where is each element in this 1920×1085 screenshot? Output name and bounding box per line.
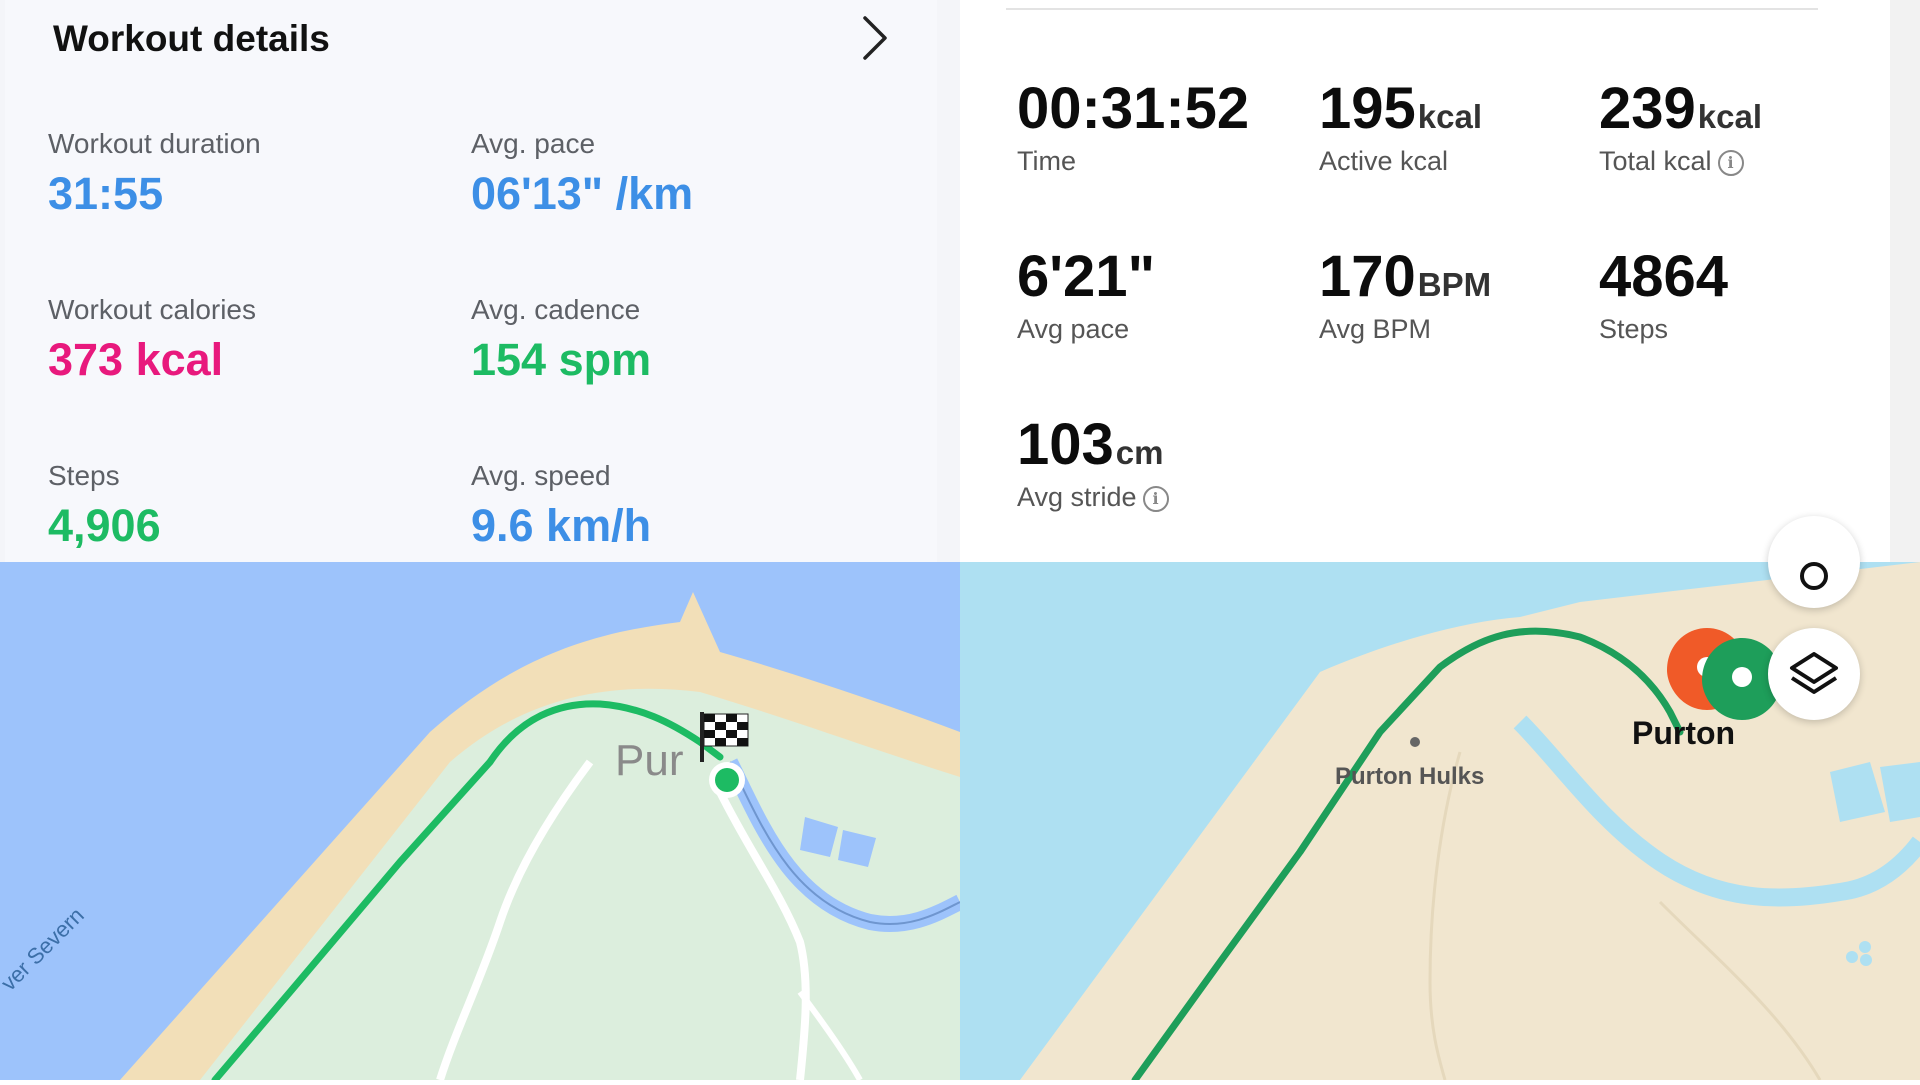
avg-speed-value: 9.6 km/h (471, 500, 652, 551)
pond (1846, 951, 1858, 963)
steps-label: Steps (1599, 314, 1669, 344)
locate-button[interactable] (1768, 516, 1860, 608)
info-icon[interactable]: i (1717, 150, 1744, 176)
active-kcal-value: 195kcal (1319, 76, 1483, 141)
location-icon (1800, 562, 1828, 590)
duration-value: 31:55 (48, 168, 164, 219)
time-label: Time (1017, 146, 1076, 176)
pond (1859, 941, 1871, 953)
avg-cadence-label: Avg. cadence (471, 294, 641, 325)
layers-icon (1790, 652, 1838, 694)
workout-details-card[interactable]: Workout details Workout duration 31:55 A… (5, 0, 937, 562)
workout-details-panel: Workout details Workout duration 31:55 A… (0, 0, 960, 562)
total-kcal-label: Total kcal i (1599, 146, 1744, 177)
avg-cadence-value: 154 spm (471, 334, 652, 385)
avg-stride-value: 103cm (1017, 412, 1164, 477)
calories-label: Workout calories (48, 294, 257, 325)
avg-stride-label: Avg stride i (1017, 482, 1169, 513)
duration-label: Workout duration (48, 128, 261, 159)
river-label: ver Severn (0, 903, 89, 996)
steps-label: Steps (48, 460, 120, 491)
chevron-right-icon[interactable] (855, 12, 895, 64)
divider (1006, 8, 1818, 10)
steps-value: 4864 (1599, 244, 1729, 309)
start-marker[interactable] (709, 762, 745, 798)
pond (1860, 954, 1872, 966)
avg-pace-value: 06'13" /km (471, 168, 694, 219)
poi-dot (1410, 737, 1420, 747)
map-canvas: Pur ver Severn (0, 592, 964, 1084)
total-kcal-value: 239kcal (1599, 76, 1763, 141)
workout-summary-card: 00:31:52 Time 195kcal Active kcal 239kca… (960, 0, 1890, 562)
avg-speed-label: Avg. speed (471, 460, 611, 491)
route-map-left[interactable]: Pur ver Severn (0, 562, 964, 1084)
layers-button[interactable] (1768, 628, 1860, 720)
avg-pace-label: Avg. pace (471, 128, 596, 159)
time-value: 00:31:52 (1017, 76, 1250, 141)
avg-bpm-label: Avg BPM (1319, 314, 1432, 344)
active-kcal-label: Active kcal (1319, 146, 1449, 176)
avg-pace-label: Avg pace (1017, 314, 1130, 344)
workout-summary-panel: 00:31:52 Time 195kcal Active kcal 239kca… (960, 0, 1920, 562)
avg-bpm-value: 170BPM (1319, 244, 1492, 309)
info-icon[interactable]: i (1142, 486, 1169, 512)
place-label: Purton (1632, 715, 1735, 751)
poi-label: Purton Hulks (1335, 763, 1484, 790)
steps-value: 4,906 (48, 500, 161, 551)
avg-pace-value: 6'21" (1017, 244, 1156, 309)
place-label: Pur (615, 736, 683, 785)
calories-value: 373 kcal (48, 334, 224, 385)
workout-details-title: Workout details (53, 18, 330, 59)
route-map-right[interactable]: Purton Hulks Purton (960, 516, 1920, 1084)
